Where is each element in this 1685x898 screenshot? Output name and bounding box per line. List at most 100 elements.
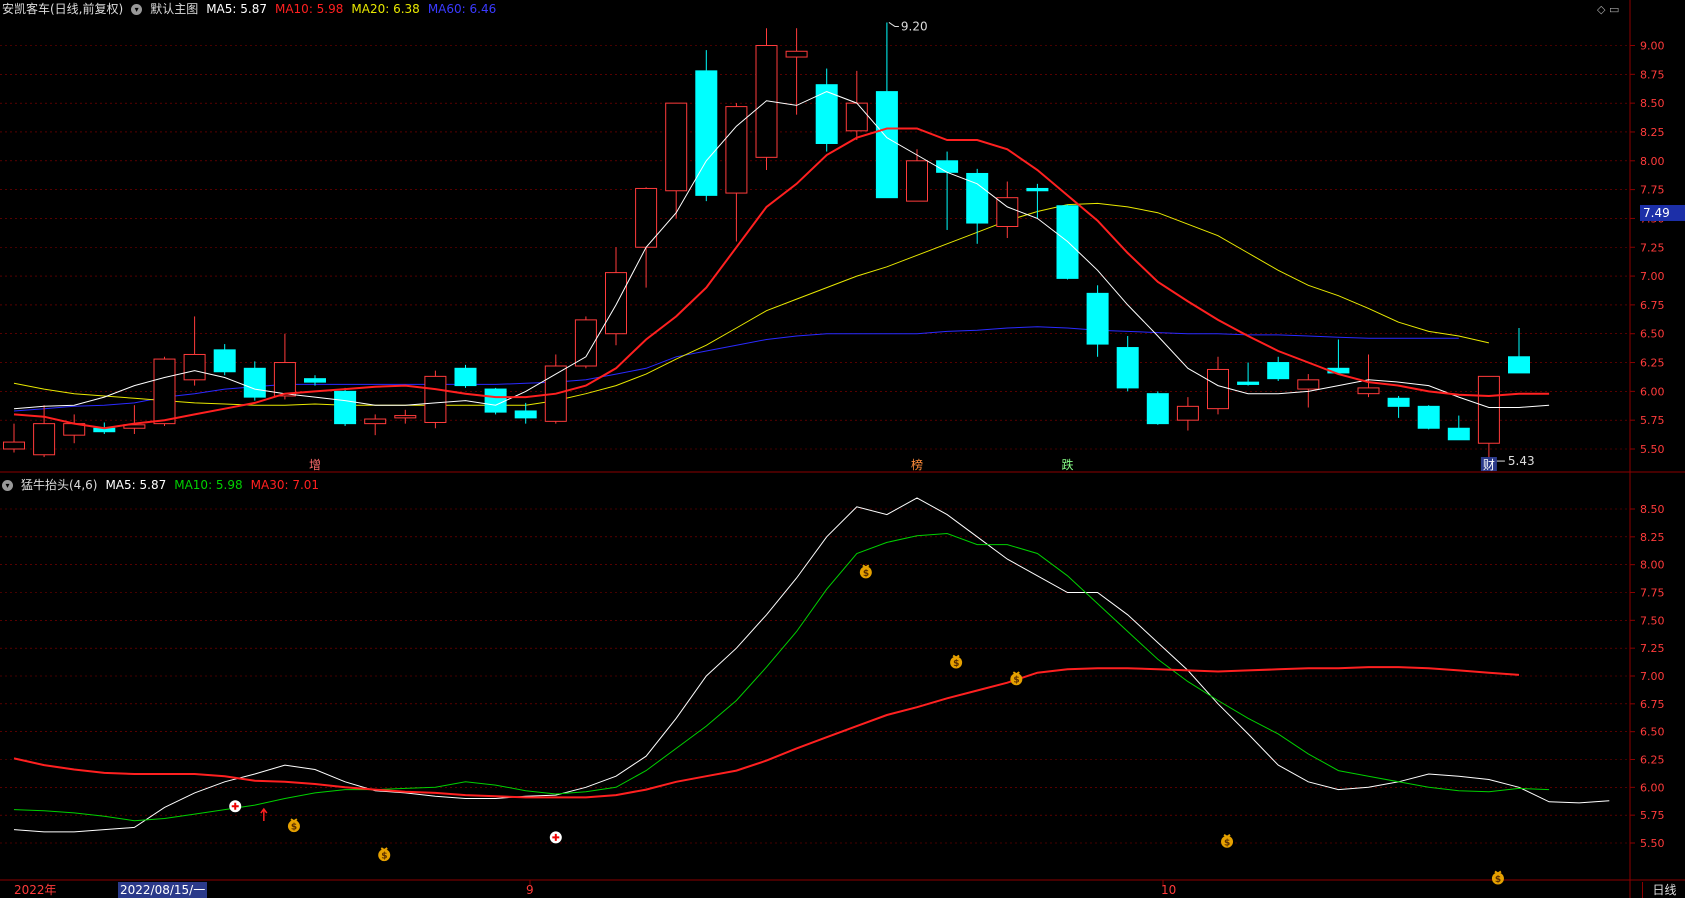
money-bag-top [952, 654, 960, 659]
y-tick-label: 6.75 [1640, 299, 1665, 312]
candle-body[interactable] [906, 160, 928, 202]
candle-body[interactable] [364, 418, 387, 425]
candle-body[interactable] [424, 375, 447, 423]
sub-ma10-line [13, 532, 1550, 822]
candle-body[interactable] [996, 197, 1019, 227]
candle-body[interactable] [1116, 347, 1139, 389]
money-bag-symbol: $ [863, 569, 869, 579]
tab-daily[interactable]: 日线 [1642, 882, 1685, 898]
candle-body[interactable] [1417, 405, 1440, 429]
candle-body[interactable] [3, 441, 25, 450]
money-bag-top [1223, 833, 1231, 838]
sub-y-tick-label: 7.50 [1640, 614, 1665, 627]
y-tick-label: 8.75 [1640, 68, 1665, 81]
money-bag-symbol: $ [291, 823, 297, 833]
candle-body[interactable] [1387, 397, 1410, 407]
money-bag-symbol: $ [953, 659, 959, 669]
sub-y-tick-label: 6.50 [1640, 726, 1665, 739]
y-tick-label: 9.00 [1640, 40, 1665, 53]
price-tag: 7.49 [1640, 205, 1685, 221]
money-bag-top [862, 564, 870, 569]
x-label-cursor-date: 2022/08/15/一 [118, 882, 208, 898]
sub-y-tick-label: 8.25 [1640, 531, 1665, 544]
candle-body[interactable] [1477, 375, 1500, 444]
y-tick-label: 7.00 [1640, 270, 1665, 283]
sub-ma5-line [13, 497, 1610, 833]
sub-ma30-line [13, 666, 1520, 799]
money-bag-symbol: $ [381, 852, 387, 862]
ma5-line [13, 91, 1550, 410]
y-tick-label: 6.25 [1640, 357, 1665, 370]
y-tick-label: 5.75 [1640, 414, 1665, 427]
event-marker: 跌 [1062, 457, 1074, 472]
candle-body[interactable] [213, 349, 236, 373]
high-price-label: 9.20 [901, 19, 928, 33]
candle-body[interactable] [1297, 379, 1320, 390]
candle-body[interactable] [273, 362, 296, 397]
candle-body[interactable] [304, 378, 326, 383]
candle-body[interactable] [33, 423, 56, 456]
candle-body[interactable] [1146, 393, 1169, 425]
candle-body[interactable] [665, 102, 688, 192]
sub-y-tick-label: 8.00 [1640, 559, 1665, 572]
candle-body[interactable] [1508, 356, 1530, 374]
candle-body[interactable] [605, 272, 627, 335]
candle-body[interactable] [815, 84, 838, 144]
sub-y-tick-label: 6.00 [1640, 781, 1665, 794]
high-pointer [888, 22, 899, 27]
candle-body[interactable] [183, 353, 206, 381]
candle-body[interactable] [153, 358, 176, 425]
candle-body[interactable] [695, 70, 718, 196]
event-marker: 增 [309, 458, 321, 472]
y-tick-label: 6.00 [1640, 385, 1665, 398]
y-tick-label: 8.25 [1640, 126, 1665, 139]
y-tick-label: 7.75 [1640, 184, 1665, 197]
candle-body[interactable] [1207, 368, 1229, 410]
candle-body[interactable] [785, 50, 808, 58]
candle-body[interactable] [1357, 387, 1380, 395]
candle-body[interactable] [845, 102, 868, 132]
money-bag-top [290, 818, 298, 823]
sub-y-tick-label: 6.25 [1640, 754, 1665, 767]
event-marker: 财 [1483, 458, 1495, 472]
money-bag-symbol: $ [1013, 676, 1019, 686]
y-tick-label: 8.00 [1640, 155, 1665, 168]
candle-body[interactable] [454, 367, 477, 387]
candle-body[interactable] [484, 388, 507, 413]
candle-body[interactable] [1086, 292, 1109, 345]
candle-body[interactable] [243, 367, 266, 398]
money-bag-top [380, 847, 388, 852]
candle-body[interactable] [334, 390, 357, 425]
sub-y-tick-label: 5.50 [1640, 837, 1665, 850]
candle-body[interactable] [394, 415, 417, 419]
x-label-sep: 9 [526, 883, 534, 897]
candle-body[interactable] [1447, 427, 1470, 441]
y-tick-label: 8.50 [1640, 97, 1665, 110]
sub-y-tick-label: 8.50 [1640, 503, 1665, 516]
sub-y-tick-label: 7.75 [1640, 587, 1665, 600]
x-label-oct: 10 [1161, 883, 1177, 897]
sub-y-tick-label: 5.75 [1640, 809, 1665, 822]
money-bag-top [1012, 671, 1020, 676]
chart-canvas[interactable]: 5.50 5.75 6.00 6.25 6.50 6.75 7.00 7.25 7.50 7.75… [0, 0, 1685, 898]
candle-body[interactable] [875, 91, 898, 199]
candle-body[interactable] [574, 319, 597, 367]
candle-body[interactable] [936, 160, 959, 173]
money-bag-top [1494, 870, 1502, 875]
candle-body[interactable] [1237, 381, 1260, 385]
sub-y-tick-label: 7.00 [1640, 670, 1665, 683]
low-price-label: 5.43 [1508, 454, 1535, 468]
y-tick-label: 5.50 [1640, 443, 1665, 456]
y-tick-label: 7.25 [1640, 241, 1665, 254]
event-marker: 榜 [911, 457, 923, 472]
sub-y-tick-label: 6.75 [1640, 698, 1665, 711]
y-tick-label: 6.50 [1640, 328, 1665, 341]
candle-body[interactable] [1026, 187, 1049, 192]
candle-body[interactable] [514, 410, 537, 419]
candle-body[interactable] [1176, 405, 1199, 421]
money-bag-symbol: $ [1495, 875, 1501, 885]
x-label-year: 2022年 [14, 883, 57, 897]
candle-body[interactable] [1267, 362, 1290, 380]
sub-y-tick-label: 7.25 [1640, 642, 1665, 655]
money-bag-symbol: $ [1224, 838, 1230, 848]
